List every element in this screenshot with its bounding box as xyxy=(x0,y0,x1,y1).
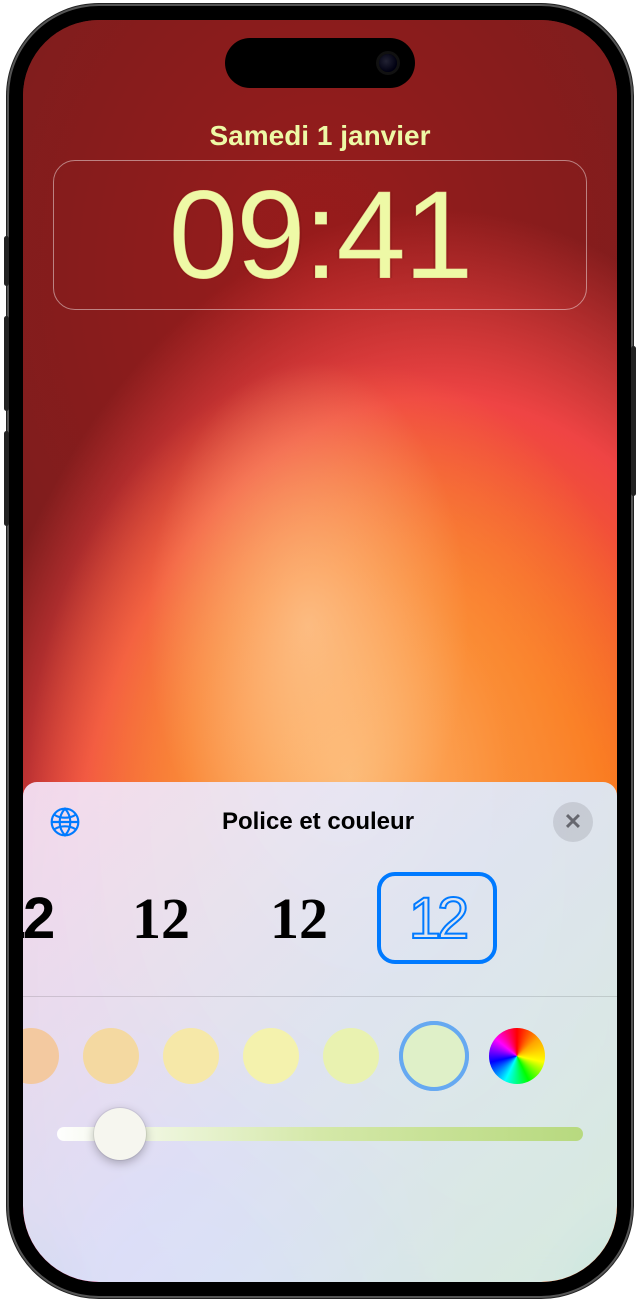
font-option-serif[interactable]: 12 xyxy=(101,872,221,964)
font-sample-label: 12 xyxy=(23,885,52,952)
lock-screen-date: Samedi 1 janvier xyxy=(23,120,617,152)
volume-down-button xyxy=(4,431,9,526)
font-sample-label: 12 xyxy=(409,885,466,952)
color-swatch-selected[interactable] xyxy=(403,1025,465,1087)
color-picker-wheel-icon[interactable] xyxy=(489,1028,545,1084)
font-option-outline-selected[interactable]: 12 xyxy=(377,872,497,964)
color-swatch[interactable] xyxy=(83,1028,139,1084)
sheet-header: Police et couleur ✕ xyxy=(23,782,617,858)
color-swatch[interactable] xyxy=(163,1028,219,1084)
slider-thumb[interactable] xyxy=(94,1108,146,1160)
brightness-slider-row xyxy=(23,1087,617,1141)
close-button[interactable]: ✕ xyxy=(553,802,593,842)
phone-frame: Samedi 1 janvier 09:41 Police et couleur… xyxy=(9,6,631,1296)
font-option-serif-bold[interactable]: 12 xyxy=(239,872,359,964)
silent-switch xyxy=(4,236,9,286)
dynamic-island xyxy=(225,38,415,88)
divider xyxy=(23,996,617,997)
screen: Samedi 1 janvier 09:41 Police et couleur… xyxy=(23,20,617,1282)
color-swatch[interactable] xyxy=(243,1028,299,1084)
volume-up-button xyxy=(4,316,9,411)
font-color-sheet: Police et couleur ✕ 12 12 12 12 xyxy=(23,782,617,1282)
brightness-slider[interactable] xyxy=(57,1127,583,1141)
lock-screen-time: 09:41 xyxy=(169,173,472,298)
power-button xyxy=(631,346,636,496)
font-option-stencil[interactable]: 12 xyxy=(23,872,83,964)
color-swatch[interactable] xyxy=(323,1028,379,1084)
sheet-title: Police et couleur xyxy=(222,808,414,836)
close-icon: ✕ xyxy=(564,809,582,835)
font-options-row: 12 12 12 12 xyxy=(23,858,617,996)
color-swatch[interactable] xyxy=(23,1028,59,1084)
clock-edit-frame[interactable]: 09:41 xyxy=(53,160,587,310)
font-sample-label: 12 xyxy=(270,885,328,952)
globe-icon[interactable] xyxy=(47,804,83,840)
font-sample-label: 12 xyxy=(132,885,190,952)
color-options-row xyxy=(23,1025,617,1087)
